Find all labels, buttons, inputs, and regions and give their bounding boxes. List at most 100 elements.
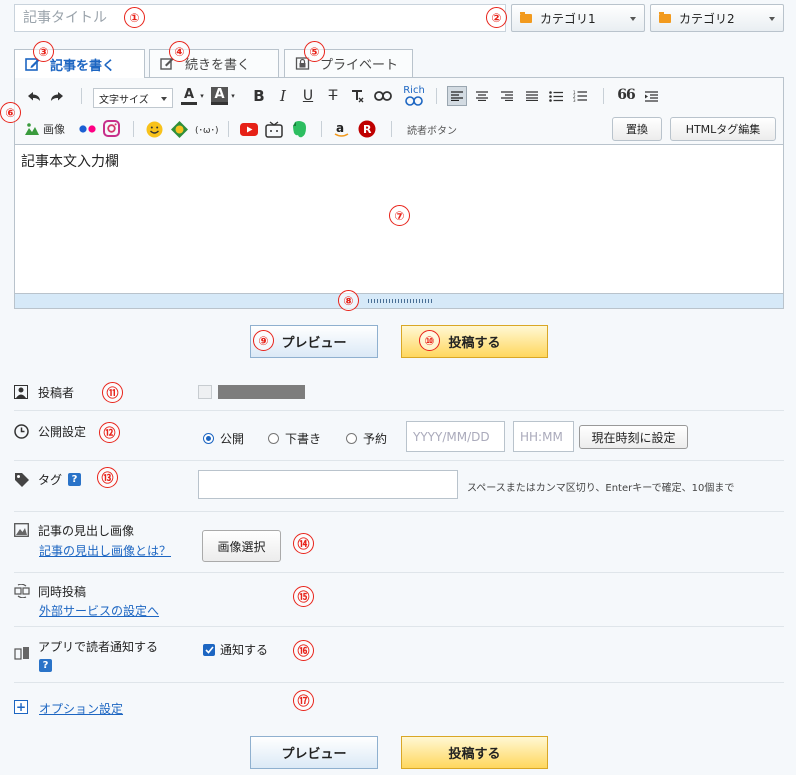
- checkbox-checked-icon[interactable]: [203, 643, 215, 656]
- notify-label: アプリで読者通知する: [38, 639, 159, 654]
- external-service-settings-link[interactable]: 外部サービスの設定へ: [39, 602, 159, 619]
- plus-icon[interactable]: +: [14, 700, 28, 714]
- kaomoji-button[interactable]: (･ω･): [195, 122, 219, 136]
- undo-icon[interactable]: [25, 88, 41, 104]
- divider: [14, 460, 784, 461]
- underline-button[interactable]: U: [300, 88, 316, 104]
- redo-icon[interactable]: [49, 88, 65, 104]
- bold-button[interactable]: B: [251, 87, 267, 105]
- amazon-icon[interactable]: a: [333, 120, 349, 138]
- folder-icon: [659, 11, 671, 23]
- text-color-button[interactable]: A: [181, 87, 197, 105]
- phone-notify-icon: [14, 646, 29, 660]
- html-edit-button[interactable]: HTMLタグ編集: [670, 117, 776, 141]
- radio-label: 下書き: [285, 432, 322, 446]
- image-icon[interactable]: [25, 122, 39, 136]
- set-current-time-button[interactable]: 現在時刻に設定: [579, 425, 688, 449]
- divider: [391, 121, 392, 137]
- radio-scheduled[interactable]: 予約: [346, 430, 387, 447]
- category-label-2: カテゴリ2: [679, 11, 735, 26]
- body-text-area[interactable]: 記事本文入力欄: [21, 151, 119, 171]
- instagram-icon[interactable]: [103, 120, 120, 137]
- youtube-icon[interactable]: [240, 122, 258, 136]
- option-settings-link[interactable]: オプション設定: [39, 700, 123, 717]
- quote-icon[interactable]: 66: [617, 86, 635, 104]
- grip-icon: [368, 299, 432, 303]
- marker-10: ⑩: [419, 330, 440, 351]
- bulleted-list-icon[interactable]: [548, 88, 564, 104]
- author-row-label: 投稿者: [14, 384, 74, 400]
- sticker-icon[interactable]: [169, 119, 189, 139]
- reader-button[interactable]: 読者ボタン: [407, 121, 457, 137]
- publish-row-label: 公開設定: [14, 423, 86, 439]
- marker-1: ①: [124, 7, 145, 28]
- resize-handle[interactable]: [15, 293, 783, 308]
- background-color-button[interactable]: A: [211, 87, 228, 105]
- marker-4: ④: [169, 41, 190, 62]
- image-label[interactable]: 画像: [43, 121, 65, 137]
- radio-draft[interactable]: 下書き: [268, 430, 321, 447]
- time-input[interactable]: [513, 421, 574, 452]
- font-size-select[interactable]: 文字サイズ: [93, 88, 173, 108]
- svg-text:R: R: [363, 123, 372, 136]
- numbered-list-icon[interactable]: 123: [572, 88, 588, 104]
- marker-15: ⑮: [293, 586, 314, 607]
- notify-checkbox-label: 通知する: [220, 643, 269, 657]
- rich-label: Rich: [403, 85, 425, 96]
- divider: [81, 88, 82, 104]
- preview-button-bottom[interactable]: プレビュー: [250, 736, 378, 769]
- flickr-icon[interactable]: [79, 123, 97, 135]
- italic-button[interactable]: I: [275, 87, 291, 105]
- header-image-row-label: 記事の見出し画像: [14, 522, 134, 538]
- editor-toolbar-row-2: 画像 (･ω･) a R 読者ボタン 置換 HTMLタグ編集: [15, 114, 783, 145]
- font-size-label: 文字サイズ: [99, 94, 149, 106]
- marker-5: ⑤: [304, 41, 325, 62]
- evernote-icon[interactable]: [291, 119, 307, 138]
- justify-icon[interactable]: [524, 88, 540, 104]
- category-select-2[interactable]: カテゴリ2: [650, 4, 784, 32]
- help-icon[interactable]: ?: [39, 659, 52, 672]
- folder-icon: [520, 11, 532, 23]
- category-select-1[interactable]: カテゴリ1: [511, 4, 645, 32]
- divider: [14, 511, 784, 512]
- niconico-icon[interactable]: [265, 120, 283, 138]
- crosspost-row-label: 同時投稿: [14, 583, 86, 599]
- notify-row-label: アプリで読者通知する: [14, 638, 159, 660]
- select-image-button[interactable]: 画像選択: [202, 530, 281, 562]
- tag-input[interactable]: [198, 470, 458, 499]
- author-label: 投稿者: [38, 385, 75, 400]
- notify-checkbox-row[interactable]: 通知する: [203, 641, 268, 658]
- author-name-redacted: [218, 385, 305, 399]
- help-icon[interactable]: ?: [68, 472, 82, 486]
- emoji-icon[interactable]: [145, 120, 163, 138]
- tag-icon: [14, 472, 29, 487]
- link-icon[interactable]: [374, 88, 392, 104]
- marker-6: ⑥: [0, 102, 21, 123]
- divider: [14, 572, 784, 573]
- align-center-icon[interactable]: [474, 88, 490, 104]
- align-left-icon[interactable]: [447, 86, 467, 106]
- radio-dot: [268, 433, 279, 444]
- divider: [14, 410, 784, 411]
- svg-text:3: 3: [573, 98, 576, 102]
- divider: [436, 88, 437, 104]
- date-input[interactable]: [406, 421, 505, 452]
- rich-link-button[interactable]: Rich: [402, 83, 426, 109]
- post-button-bottom[interactable]: 投稿する: [401, 736, 548, 769]
- indent-icon[interactable]: [643, 88, 659, 104]
- divider: [14, 682, 784, 683]
- tab-label: 続きを書く: [185, 58, 251, 73]
- header-image-help-link[interactable]: 記事の見出し画像とは？: [39, 542, 171, 559]
- rakuten-icon[interactable]: R: [358, 120, 376, 138]
- replace-button[interactable]: 置換: [612, 117, 662, 141]
- strikethrough-button[interactable]: T: [325, 88, 341, 104]
- divider: [14, 626, 784, 627]
- marker-16: ⑯: [293, 640, 314, 661]
- clear-format-icon[interactable]: [349, 88, 365, 104]
- chevron-down-icon[interactable]: ▾: [230, 92, 236, 100]
- radio-public[interactable]: 公開: [203, 430, 244, 447]
- align-right-icon[interactable]: [499, 88, 515, 104]
- svg-text:a: a: [336, 121, 344, 135]
- title-input[interactable]: [14, 4, 506, 32]
- chevron-down-icon[interactable]: ▾: [199, 92, 205, 100]
